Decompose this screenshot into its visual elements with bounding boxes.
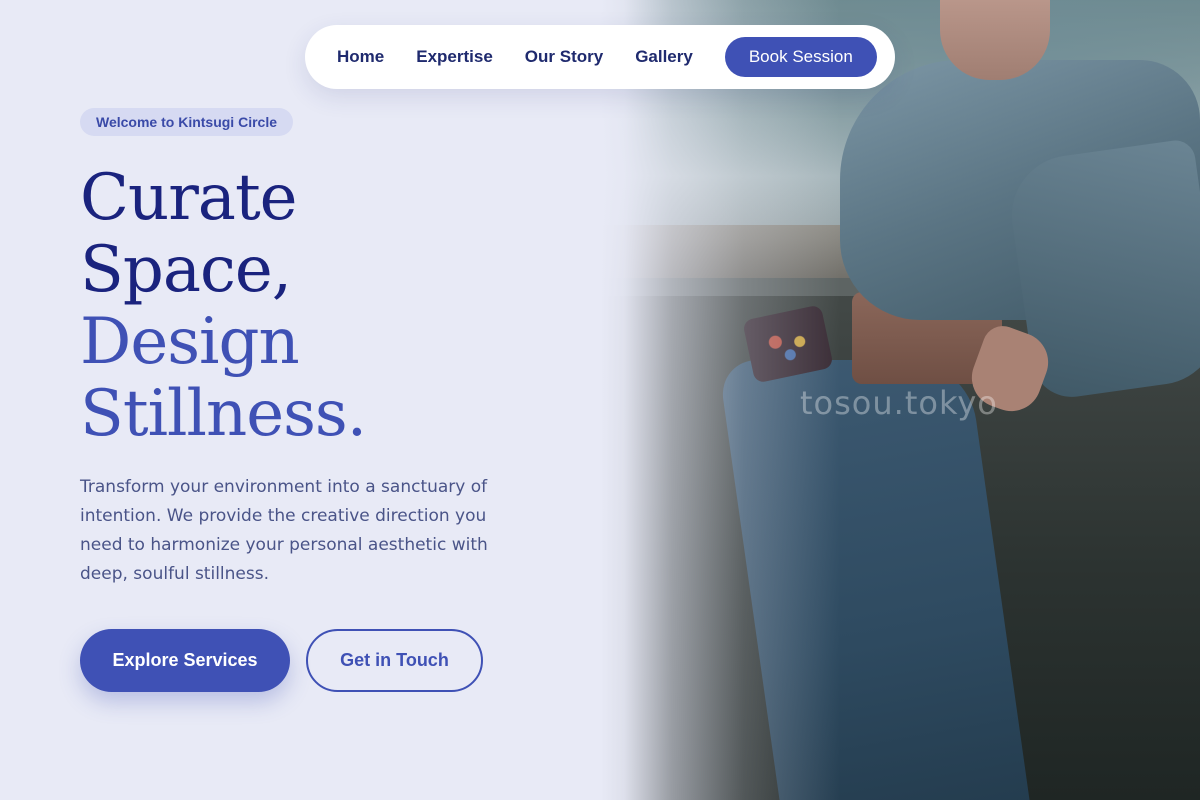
book-session-button[interactable]: Book Session xyxy=(724,37,877,77)
nav-link-home[interactable]: Home xyxy=(337,47,384,67)
nav-link-expertise[interactable]: Expertise xyxy=(416,47,493,67)
hero-photo: tosou.tokyo xyxy=(600,0,1200,800)
headline-line-1: Curate xyxy=(80,161,298,235)
headline-line-3: Design xyxy=(80,305,300,379)
welcome-badge: Welcome to Kintsugi Circle xyxy=(80,108,293,136)
explore-services-button[interactable]: Explore Services xyxy=(80,629,290,692)
headline-line-4: Stillness. xyxy=(80,377,367,451)
headline-line-2: Space, xyxy=(80,233,292,307)
hero-description: Transform your environment into a sanctu… xyxy=(80,477,488,584)
nav-link-our-story[interactable]: Our Story xyxy=(525,47,603,67)
get-in-touch-button[interactable]: Get in Touch xyxy=(306,629,483,692)
hero-headline: Curate Space, Design Stillness. xyxy=(80,161,367,451)
main-nav: Home Expertise Our Story Gallery Book Se… xyxy=(305,25,895,89)
landing-page: tosou.tokyo Home Expertise Our Story Gal… xyxy=(0,0,1200,800)
nav-link-gallery[interactable]: Gallery xyxy=(635,47,693,67)
photo-watermark: tosou.tokyo xyxy=(800,384,998,422)
